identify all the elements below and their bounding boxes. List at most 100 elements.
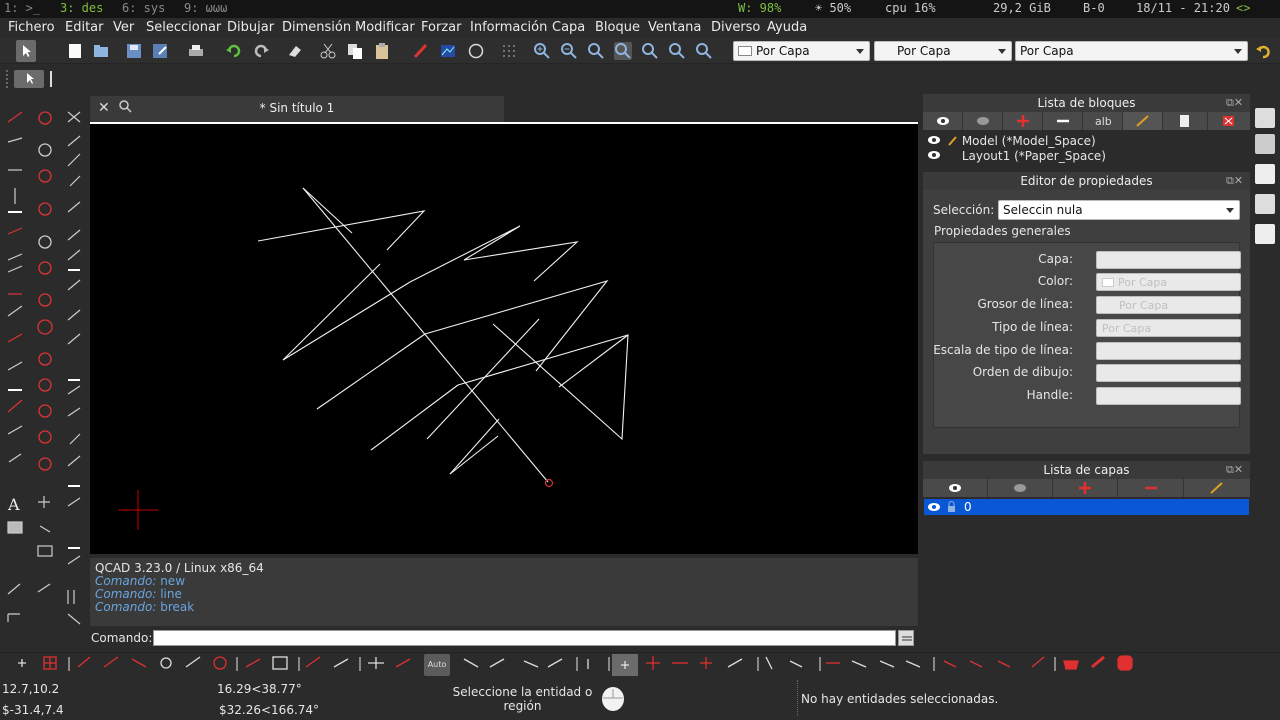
pen-icon[interactable]: [412, 42, 430, 60]
block-list-toggle-icon[interactable]: [1255, 164, 1275, 184]
delete-block-button[interactable]: [1208, 112, 1250, 130]
linewidth-field[interactable]: Por Capa: [1096, 296, 1241, 314]
menu-ver[interactable]: Ver: [113, 20, 134, 35]
menu-dimension[interactable]: Dimensión: [282, 20, 351, 35]
dock-float-close-icon[interactable]: ⧉✕: [1226, 463, 1243, 477]
dock-float-close-icon[interactable]: ⧉✕: [1226, 96, 1243, 110]
auto-snap-button[interactable]: Auto: [424, 654, 450, 676]
save-icon[interactable]: [125, 42, 143, 60]
layer-label: Capa:: [1038, 252, 1073, 266]
save-as-icon[interactable]: [151, 42, 169, 60]
remove-block-button[interactable]: [1043, 112, 1083, 130]
eraser-icon[interactable]: [286, 42, 304, 60]
select-pointer-button[interactable]: [16, 40, 36, 62]
print-icon[interactable]: [187, 42, 205, 60]
color-combo-value: Por Capa: [756, 44, 810, 58]
selection-status: No hay entidades seleccionadas.: [801, 692, 999, 706]
workspace-3[interactable]: 3: des: [60, 1, 103, 15]
zoom-previous-icon[interactable]: [641, 42, 659, 60]
zoom-selection-icon[interactable]: [668, 42, 686, 60]
console-line: Comando: new: [95, 575, 913, 588]
show-all-layers-button[interactable]: [923, 479, 988, 497]
snap-toolbar: Auto: [0, 652, 1280, 676]
layer-row[interactable]: 0: [924, 499, 1249, 515]
add-block-button[interactable]: [1003, 112, 1043, 130]
command-menu-icon[interactable]: [898, 630, 914, 646]
pan-icon[interactable]: [695, 42, 713, 60]
insert-block-button[interactable]: [1163, 112, 1208, 130]
edit-layer-button[interactable]: [1184, 479, 1250, 497]
zoom-window-icon[interactable]: [614, 42, 632, 60]
zoom-out-icon[interactable]: [560, 42, 578, 60]
hide-all-blocks-button[interactable]: [963, 112, 1003, 130]
linetype-scale-field[interactable]: [1096, 342, 1241, 360]
menu-fichero[interactable]: Fichero: [8, 20, 55, 35]
block-item-model[interactable]: Model (*Model_Space): [928, 134, 1096, 148]
absolute-coordinate: 12.7,10.2: [2, 682, 60, 696]
console-version: QCAD 3.23.0 / Linux x86_64: [95, 561, 264, 575]
menu-forzar[interactable]: Forzar: [421, 20, 461, 35]
zoom-in-icon[interactable]: [533, 42, 551, 60]
tools-palette-icons[interactable]: A: [0, 94, 90, 650]
layer-list-toggle-icon[interactable]: [1255, 194, 1275, 214]
general-properties-group: Capa: Color: Por Capa Grosor de línea: P…: [933, 242, 1241, 428]
layer-field[interactable]: [1096, 251, 1241, 269]
menu-seleccionar[interactable]: Seleccionar: [146, 20, 221, 35]
copy-icon[interactable]: [346, 42, 364, 60]
paste-icon[interactable]: [373, 42, 391, 60]
show-all-blocks-button[interactable]: [923, 112, 963, 130]
workspace-1[interactable]: 1: >_: [4, 1, 40, 15]
command-input[interactable]: [153, 630, 896, 646]
redo-icon[interactable]: [252, 42, 270, 60]
menu-editar[interactable]: Editar: [65, 20, 104, 35]
dock-float-close-icon[interactable]: ⧉✕: [1226, 174, 1243, 188]
drawing-canvas[interactable]: [90, 122, 918, 554]
menu-capa[interactable]: Capa: [552, 20, 585, 35]
rename-block-button[interactable]: alb: [1083, 112, 1123, 130]
remove-layer-button[interactable]: [1118, 479, 1184, 497]
cpu-status: cpu 16%: [885, 1, 936, 15]
color-field[interactable]: Por Capa: [1096, 273, 1241, 291]
view-list-icon[interactable]: [1255, 134, 1275, 154]
menu-modificar[interactable]: Modificar: [355, 20, 415, 35]
open-folder-icon[interactable]: [92, 42, 110, 60]
menu-bloque[interactable]: Bloque: [595, 20, 640, 35]
chevron-down-icon: [998, 49, 1006, 54]
hide-all-layers-button[interactable]: [988, 479, 1053, 497]
property-editor-toggle-icon[interactable]: [1255, 224, 1275, 244]
workspace-9[interactable]: 9: ωωω: [184, 1, 227, 15]
menu-diverso[interactable]: Diverso: [711, 20, 760, 35]
arrows-status: <>: [1236, 1, 1251, 15]
color-swatch: [1102, 278, 1114, 287]
linewidth-combo[interactable]: Por Capa: [874, 41, 1012, 61]
menu-ayuda[interactable]: Ayuda: [767, 20, 807, 35]
menu-dibujar[interactable]: Dibujar: [227, 20, 274, 35]
edit-block-button[interactable]: [1123, 112, 1163, 130]
linetype-field[interactable]: Por Capa: [1096, 319, 1241, 337]
circle-icon[interactable]: [467, 42, 485, 60]
menu-informacion[interactable]: Información: [470, 20, 547, 35]
workspace-6[interactable]: 6: sys: [122, 1, 165, 15]
add-layer-button[interactable]: [1053, 479, 1118, 497]
grid-icon[interactable]: [500, 42, 518, 60]
snap-tool-icons[interactable]: [0, 653, 1280, 677]
command-line: Comando:: [90, 628, 918, 648]
library-browser-icon[interactable]: [1255, 108, 1275, 128]
draw-order-field[interactable]: [1096, 364, 1241, 382]
eye-icon: [928, 151, 940, 159]
handle-field[interactable]: [1096, 387, 1241, 405]
layer-undo-icon[interactable]: [1254, 42, 1272, 60]
block-item-layout1[interactable]: Layout1 (*Paper_Space): [928, 149, 1106, 163]
linetype-combo[interactable]: Por Capa: [1015, 41, 1248, 61]
zoom-auto-icon[interactable]: [587, 42, 605, 60]
new-file-icon[interactable]: [66, 42, 84, 60]
graph-icon[interactable]: [439, 42, 457, 60]
pointer-button[interactable]: [14, 70, 44, 88]
cut-icon[interactable]: [319, 42, 337, 60]
toolbar-handle[interactable]: [6, 70, 10, 88]
undo-icon[interactable]: [225, 42, 243, 60]
selection-combo[interactable]: Seleccin nula: [998, 200, 1240, 220]
color-combo[interactable]: Por Capa: [733, 41, 870, 61]
color-swatch: [738, 46, 752, 56]
menu-ventana[interactable]: Ventana: [648, 20, 701, 35]
